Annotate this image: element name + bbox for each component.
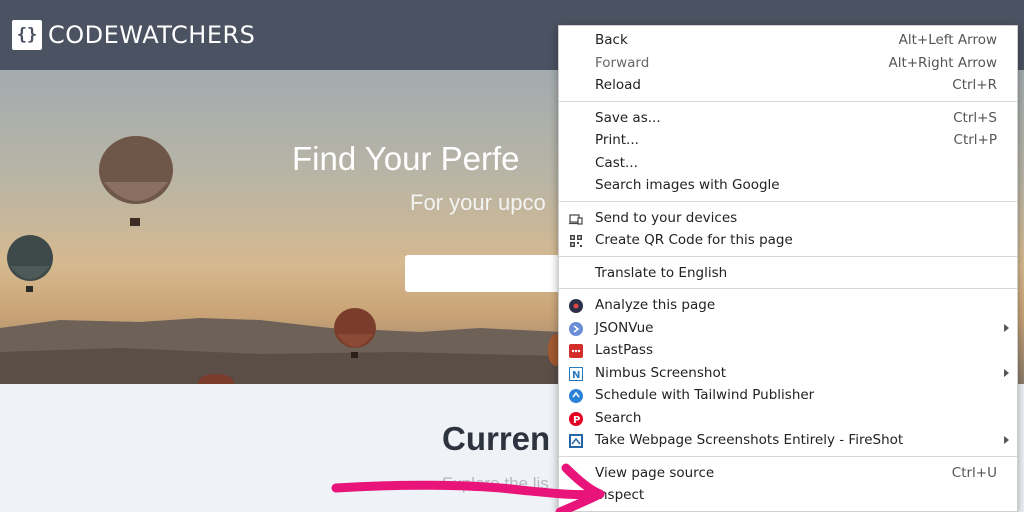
menu-item-take-webpage-screenshots-entirely-fireshot[interactable]: Take Webpage Screenshots Entirely - Fire… — [559, 429, 1017, 451]
menu-item-print[interactable]: Print... Ctrl+P — [559, 129, 1017, 151]
menu-item-shortcut: Ctrl+R — [952, 77, 997, 93]
menu-separator — [559, 255, 1017, 257]
logo-mark: {} — [12, 20, 42, 50]
lastpass-icon — [569, 343, 583, 358]
menu-item-label: LastPass — [595, 342, 653, 358]
pinterest-icon: P — [569, 411, 583, 426]
svg-text:N: N — [572, 370, 580, 381]
hero-subtitle: For your upco — [410, 190, 546, 215]
menu-item-search-images-with-google[interactable]: Search images with Google — [559, 174, 1017, 196]
site-logo[interactable]: {} CODEWATCHERS — [12, 20, 255, 50]
fireshot-icon — [569, 433, 583, 448]
menu-item-jsonvue[interactable]: JSONVue — [559, 317, 1017, 339]
submenu-arrow-icon — [1004, 368, 1009, 377]
menu-item-shortcut: Ctrl+P — [953, 132, 997, 148]
menu-item-translate-to-english[interactable]: Translate to English — [559, 262, 1017, 284]
menu-item-label: Inspect — [595, 487, 645, 503]
menu-item-label: Analyze this page — [595, 297, 716, 313]
menu-item-label: Back — [595, 32, 628, 48]
menu-item-label: Translate to English — [595, 264, 728, 281]
menu-item-label: Reload — [595, 77, 641, 93]
menu-item-save-as[interactable]: Save as... Ctrl+S — [559, 107, 1017, 129]
menu-item-inspect[interactable]: Inspect — [559, 484, 1017, 506]
menu-item-label: Create QR Code for this page — [595, 232, 793, 248]
menu-separator — [559, 200, 1017, 202]
menu-item-shortcut: Ctrl+U — [951, 464, 997, 481]
menu-item-shortcut: Alt+Right Arrow — [888, 54, 997, 71]
menu-item-label: JSONVue — [595, 319, 654, 336]
menu-separator — [559, 455, 1017, 457]
menu-item-shortcut: Ctrl+S — [953, 109, 997, 126]
menu-item-label: Schedule with Tailwind Publisher — [595, 387, 815, 403]
balloon-1 — [99, 136, 173, 226]
menu-item-label: Cast... — [595, 154, 638, 171]
menu-separator — [559, 288, 1017, 289]
menu-item-label: Forward — [595, 54, 650, 71]
menu-item-label: Nimbus Screenshot — [595, 364, 727, 381]
menu-item-label: Send to your devices — [595, 209, 738, 226]
menu-item-back[interactable]: Back Alt+Left Arrow — [559, 29, 1017, 51]
menu-item-label: Search — [595, 409, 642, 426]
tailwind-icon — [569, 388, 583, 403]
menu-item-label: Take Webpage Screenshots Entirely - Fire… — [595, 432, 904, 448]
analyze-extension-icon — [569, 298, 583, 313]
menu-item-analyze-this-page[interactable]: Analyze this page — [559, 294, 1017, 316]
context-menu: Back Alt+Left Arrow Forward Alt+Right Arrow… — [558, 25, 1018, 512]
menu-item-reload[interactable]: Reload Ctrl+R — [559, 74, 1017, 96]
jsonvue-icon — [569, 321, 583, 336]
menu-item-schedule-with-tailwind-publisher[interactable]: Schedule with Tailwind Publisher — [559, 384, 1017, 406]
menu-separator — [559, 100, 1017, 102]
menu-item-forward[interactable]: Forward Alt+Right Arrow — [559, 52, 1017, 74]
submenu-arrow-icon — [1004, 323, 1009, 332]
nimbus-icon: N — [569, 366, 583, 381]
menu-item-label: Print... — [595, 132, 639, 148]
menu-item-nimbus-screenshot[interactable]: N Nimbus Screenshot — [559, 362, 1017, 384]
menu-item-label: Search images with Google — [595, 177, 780, 193]
devices-icon — [569, 211, 583, 225]
qr-code-icon — [569, 233, 583, 247]
section-title: Curren — [442, 420, 551, 457]
hero-title: Find Your Perfe — [292, 140, 520, 177]
menu-item-label: View page source — [595, 464, 715, 481]
logo-text: CODEWATCHERS — [48, 21, 256, 49]
section-subtitle: Explore the lis — [442, 474, 549, 493]
submenu-arrow-icon — [1004, 436, 1009, 444]
menu-item-create-qr-code-for-this-page[interactable]: Create QR Code for this page — [559, 229, 1017, 251]
svg-text:P: P — [573, 415, 580, 426]
menu-item-view-page-source[interactable]: View page source Ctrl+U — [559, 462, 1017, 484]
menu-item-label: Save as... — [595, 109, 661, 126]
menu-item-cast[interactable]: Cast... — [559, 152, 1017, 174]
menu-item-shortcut: Alt+Left Arrow — [898, 32, 997, 48]
menu-item-search[interactable]: P Search — [559, 407, 1017, 429]
menu-item-send-to-your-devices[interactable]: Send to your devices — [559, 207, 1017, 229]
menu-item-lastpass[interactable]: LastPass — [559, 339, 1017, 361]
balloon-2 — [7, 235, 53, 292]
